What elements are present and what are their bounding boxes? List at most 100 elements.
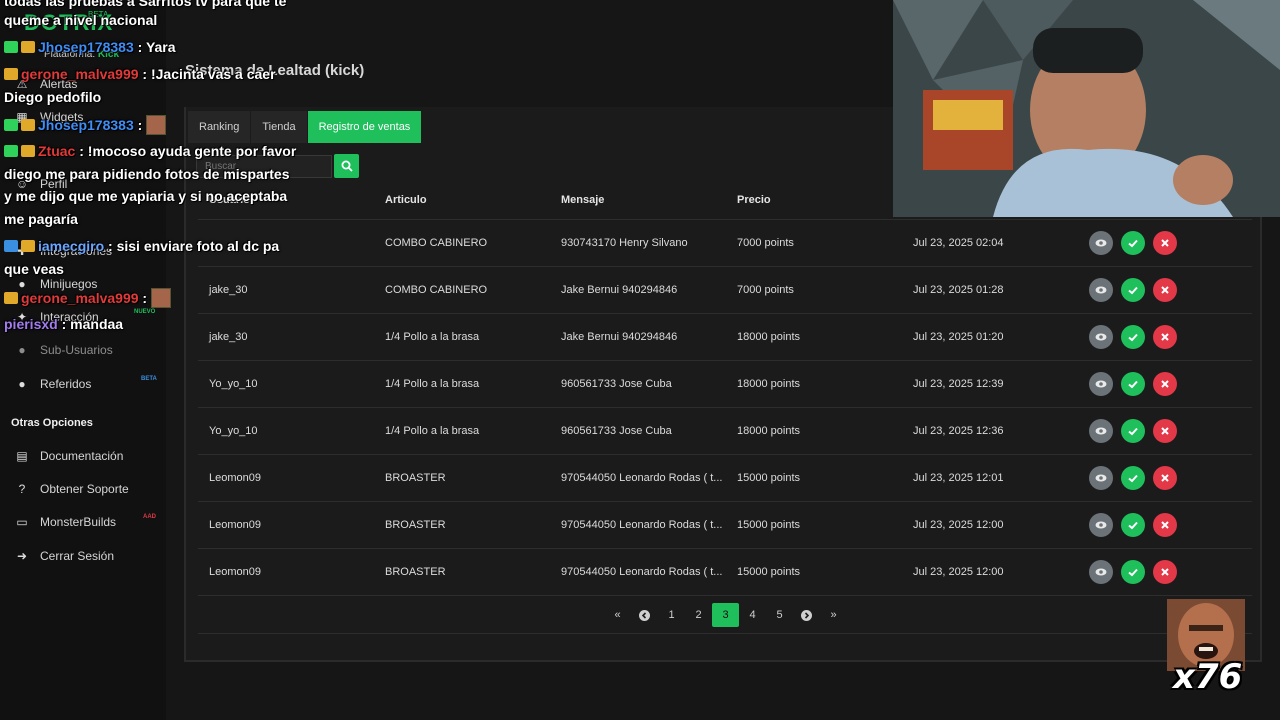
table-row: COMBO CABINERO 930743170 Henry Silvano 700…: [198, 219, 1252, 267]
cell-price: 7000 points: [726, 219, 902, 267]
cell-date: Jul 23, 2025 12:36: [902, 407, 1078, 455]
approve-button[interactable]: [1121, 465, 1145, 490]
chat-text: me pagaría: [4, 211, 78, 227]
cell-price: 18000 points: [726, 360, 902, 408]
chat-separator: :: [75, 143, 88, 159]
next-page-button[interactable]: [793, 603, 820, 627]
reject-button[interactable]: [1153, 512, 1177, 537]
approve-button[interactable]: [1121, 559, 1145, 584]
sidebar-item-cerrar-sesion[interactable]: ➜ Cerrar Sesión: [14, 546, 114, 566]
page-2-button[interactable]: 2: [685, 603, 712, 627]
chat-separator: :: [104, 238, 117, 254]
chat-separator: :: [138, 290, 151, 306]
chat-text: queme a nivel nacional: [4, 12, 158, 28]
aad-tag: AAD: [143, 514, 156, 520]
view-button[interactable]: [1089, 512, 1113, 537]
close-icon: [1161, 520, 1169, 529]
last-page-button[interactable]: »: [820, 603, 847, 627]
cell-article: COMBO CABINERO: [374, 266, 550, 314]
cell-message: 970544050 Leonardo Rodas ( t...: [550, 454, 726, 502]
eye-icon: [1095, 521, 1107, 528]
reject-button[interactable]: [1153, 418, 1177, 443]
view-button[interactable]: [1089, 277, 1113, 302]
view-button[interactable]: [1089, 230, 1113, 255]
reject-button[interactable]: [1153, 277, 1177, 302]
close-icon: [1161, 426, 1169, 435]
chat-separator: :: [133, 39, 146, 55]
section-title-otras-opciones: Otras Opciones: [11, 417, 93, 429]
first-page-button[interactable]: «: [604, 603, 631, 627]
cell-message: 970544050 Leonardo Rodas ( t...: [550, 501, 726, 549]
pagination: « 1 2 3 4 5 »: [604, 603, 847, 627]
sales-table: Usuario Articulo Mensaje Precio COMBO CA…: [198, 181, 1252, 596]
book-icon: ▤: [16, 449, 28, 463]
page-4-button[interactable]: 4: [739, 603, 766, 627]
approve-button[interactable]: [1121, 230, 1145, 255]
cell-user: Leomon09: [198, 454, 374, 502]
row-actions: [1089, 465, 1252, 490]
approve-button[interactable]: [1121, 418, 1145, 443]
cell-price: 15000 points: [726, 548, 902, 596]
sidebar-item-label: MonsterBuilds: [40, 515, 117, 529]
cell-price: 15000 points: [726, 501, 902, 549]
cell-article: 1/4 Pollo a la brasa: [374, 313, 550, 361]
page-5-button[interactable]: 5: [766, 603, 793, 627]
chat-line: Diego pedofilo: [4, 89, 101, 105]
reject-button[interactable]: [1153, 230, 1177, 255]
cell-message: 930743170 Henry Silvano: [550, 219, 726, 267]
reject-button[interactable]: [1153, 559, 1177, 584]
check-icon: [1128, 474, 1138, 482]
sidebar-item-documentacion[interactable]: ▤ Documentación: [14, 446, 123, 466]
table-row: Leomon09 BROASTER 970544050 Leonardo Rodas…: [198, 548, 1252, 596]
chat-line: pierisxd : mandaa: [4, 316, 123, 332]
chat-text: !mocoso ayuda gente por favor: [87, 143, 297, 159]
sidebar-item-monsterbuilds[interactable]: ▭ MonsterBuilds: [14, 512, 116, 532]
chat-line: que veas: [4, 261, 64, 277]
view-button[interactable]: [1089, 465, 1113, 490]
referrals-icon: ●: [18, 377, 26, 391]
view-button[interactable]: [1089, 559, 1113, 584]
chat-line: Ztuac : !mocoso ayuda gente por favor: [4, 143, 296, 159]
row-actions: [1089, 512, 1252, 537]
approve-button[interactable]: [1121, 324, 1145, 349]
close-icon: [1161, 567, 1169, 576]
cell-article: BROASTER: [374, 548, 550, 596]
tab-registro-de-ventas[interactable]: Registro de ventas: [307, 111, 423, 143]
eye-icon: [1095, 427, 1107, 434]
sidebar-item-sub-usuarios[interactable]: ● Sub-Usuarios: [14, 340, 112, 360]
view-button[interactable]: [1089, 324, 1113, 349]
webcam-image: [893, 0, 1280, 217]
sidebar-item-label: Documentación: [40, 449, 124, 463]
page-3-button[interactable]: 3: [712, 603, 739, 627]
tab-ranking[interactable]: Ranking: [188, 111, 252, 143]
cell-actions: [1078, 501, 1252, 549]
page-1-button[interactable]: 1: [658, 603, 685, 627]
subscriber-badge-icon: [21, 145, 35, 157]
view-button[interactable]: [1089, 418, 1113, 443]
tab-tienda[interactable]: Tienda: [251, 111, 308, 143]
sidebar-item-label: Referidos: [40, 377, 92, 391]
prev-page-button[interactable]: [631, 603, 658, 627]
row-actions: [1089, 559, 1252, 584]
cell-price: 18000 points: [726, 407, 902, 455]
search-button[interactable]: [334, 154, 359, 178]
header-mensaje: Mensaje: [550, 181, 726, 220]
sidebar-item-referidos[interactable]: ● Referidos: [14, 374, 91, 394]
eye-icon: [1095, 474, 1107, 481]
cell-date: Jul 23, 2025 12:00: [902, 548, 1078, 596]
row-actions: [1089, 371, 1252, 396]
approve-button[interactable]: [1121, 277, 1145, 302]
cell-article: 1/4 Pollo a la brasa: [374, 407, 550, 455]
approve-button[interactable]: [1121, 371, 1145, 396]
approve-button[interactable]: [1121, 512, 1145, 537]
verified-badge-icon: [4, 240, 18, 252]
cell-user: Leomon09: [198, 501, 374, 549]
reject-button[interactable]: [1153, 371, 1177, 396]
webcam-feed: [893, 0, 1280, 217]
reject-button[interactable]: [1153, 465, 1177, 490]
reject-button[interactable]: [1153, 324, 1177, 349]
chat-username: iamecgiro: [38, 238, 105, 254]
sidebar-item-soporte[interactable]: ? Obtener Soporte: [14, 479, 129, 499]
view-button[interactable]: [1089, 371, 1113, 396]
chat-username: pierisxd: [4, 316, 58, 332]
